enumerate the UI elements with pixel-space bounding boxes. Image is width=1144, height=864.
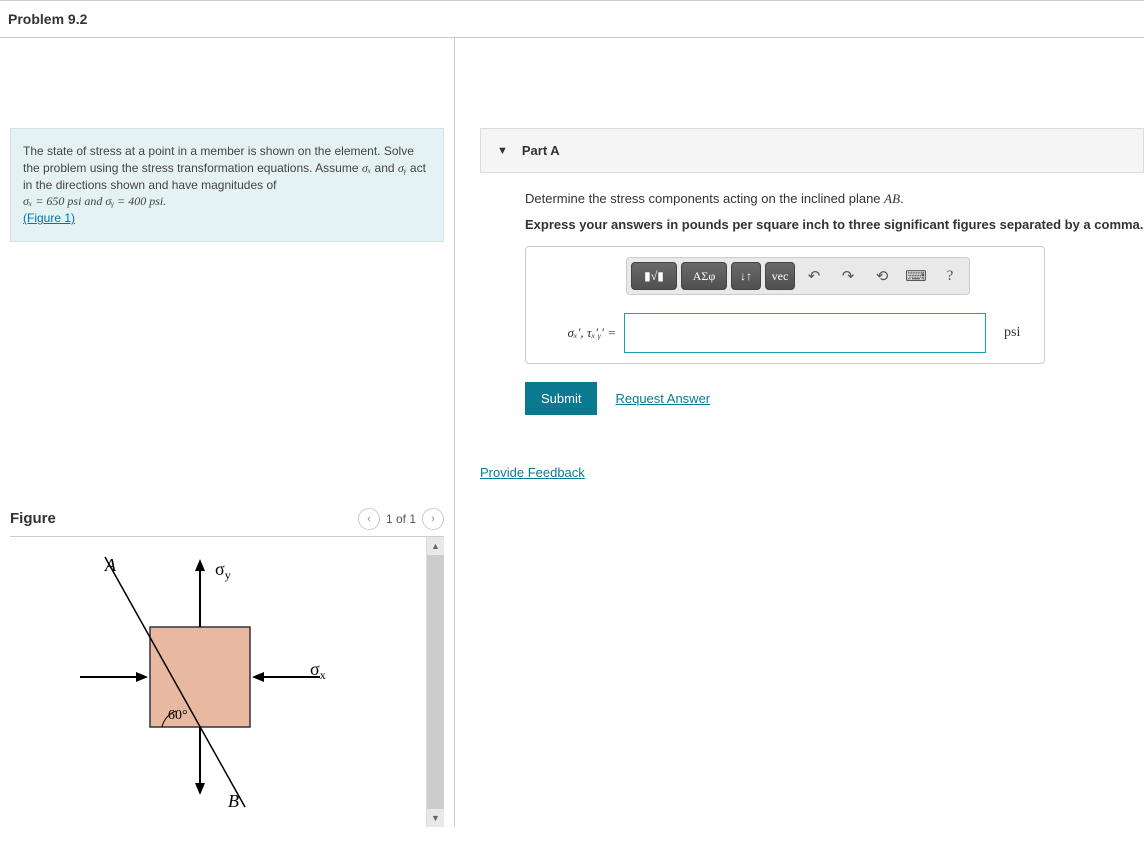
scroll-up-icon[interactable]: ▲: [427, 537, 444, 555]
intro-text-1: The state of stress at a point in a memb…: [23, 144, 414, 175]
intro-values: σₓ = 650 psi and σᵧ = 400 psi.: [23, 194, 166, 208]
label-B: B: [228, 791, 239, 811]
greek-button[interactable]: ΑΣφ: [681, 262, 727, 290]
figure-header: Figure ‹ 1 of 1 ›: [10, 502, 444, 537]
provide-feedback-link[interactable]: Provide Feedback: [480, 465, 585, 480]
pager-next-button[interactable]: ›: [422, 508, 444, 530]
vec-button[interactable]: vec: [765, 262, 795, 290]
scroll-track[interactable]: [427, 555, 444, 809]
label-angle: 60°: [168, 708, 188, 723]
figure-link[interactable]: (Figure 1): [23, 211, 75, 225]
figure-pager: ‹ 1 of 1 ›: [358, 508, 444, 530]
figure-diagram: A B σy σx 60°: [10, 537, 426, 827]
submit-button[interactable]: Submit: [525, 382, 597, 415]
figure-title: Figure: [10, 510, 56, 527]
right-column: ▼ Part A Determine the stress components…: [455, 38, 1144, 827]
sigma-x-symbol: σₓ: [362, 161, 371, 175]
templates-button[interactable]: ▮√▮: [631, 262, 677, 290]
answer-input-row: σₓ′, τₓ′ᵧ′ = psi: [536, 313, 1034, 353]
instruction-text: Express your answers in pounds per squar…: [525, 217, 1144, 232]
help-button[interactable]: ?: [935, 262, 965, 290]
subscript-button[interactable]: ↓↑: [731, 262, 761, 290]
label-sigma-x: σx: [310, 659, 326, 682]
part-a-header[interactable]: ▼ Part A: [480, 128, 1144, 173]
pager-prev-button[interactable]: ‹: [358, 508, 380, 530]
problem-statement-box: The state of stress at a point in a memb…: [10, 128, 444, 242]
answer-box: ▮√▮ ΑΣφ ↓↑ vec ↶ ↷ ⟲ ⌨ ? σₓ′, τₓ′ᵧ′ = ps…: [525, 246, 1045, 364]
left-column: The state of stress at a point in a memb…: [0, 38, 455, 827]
intro-text-2: and: [375, 161, 398, 175]
figure-body: A B σy σx 60° ▲ ▼: [10, 537, 444, 827]
action-row: Submit Request Answer: [525, 382, 1144, 415]
collapse-icon[interactable]: ▼: [497, 145, 508, 157]
undo-button[interactable]: ↶: [799, 262, 829, 290]
redo-button[interactable]: ↷: [833, 262, 863, 290]
label-A: A: [104, 555, 117, 575]
label-sigma-y: σy: [215, 559, 231, 582]
answer-input[interactable]: [624, 313, 986, 353]
question-text: Determine the stress components acting o…: [525, 191, 1144, 207]
sigma-y-symbol: σᵧ: [398, 161, 407, 175]
pager-status: 1 of 1: [386, 512, 416, 526]
part-a-body: Determine the stress components acting o…: [455, 173, 1144, 415]
reset-button[interactable]: ⟲: [867, 262, 897, 290]
equation-toolbar: ▮√▮ ΑΣφ ↓↑ vec ↶ ↷ ⟲ ⌨ ?: [626, 257, 970, 295]
answer-unit: psi: [1004, 325, 1034, 341]
scroll-down-icon[interactable]: ▼: [427, 809, 444, 827]
problem-header: Problem 9.2: [0, 0, 1144, 38]
keyboard-button[interactable]: ⌨: [901, 262, 931, 290]
main-container: The state of stress at a point in a memb…: [0, 38, 1144, 827]
problem-title: Problem 9.2: [8, 11, 1136, 27]
part-a-title: Part A: [522, 143, 560, 158]
request-answer-link[interactable]: Request Answer: [615, 391, 710, 406]
figure-scrollbar[interactable]: ▲ ▼: [426, 537, 444, 827]
figure-section: Figure ‹ 1 of 1 ›: [0, 502, 454, 827]
answer-label: σₓ′, τₓ′ᵧ′ =: [536, 325, 616, 341]
